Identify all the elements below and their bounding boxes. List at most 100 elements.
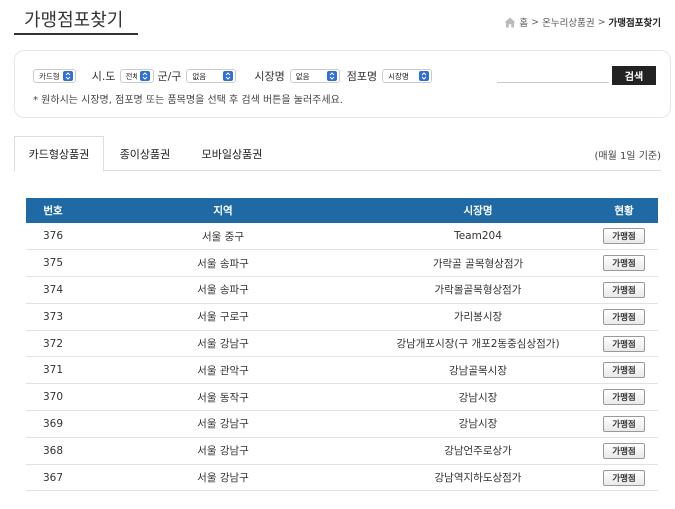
home-icon[interactable]: [504, 17, 516, 28]
status-button[interactable]: 가맹점: [603, 335, 645, 352]
row-region: 서울 강남구: [80, 437, 366, 465]
table-row: 368 서울 강남구 강남언주로상가 가맹점: [26, 437, 658, 465]
table-row: 370 서울 동작구 강남시장 가맹점: [26, 383, 658, 412]
header-region: 지역: [80, 198, 366, 223]
row-region: 서울 중구: [80, 223, 366, 251]
row-number: 373: [26, 303, 80, 331]
search-button[interactable]: 검색: [612, 66, 656, 85]
breadcrumb-home[interactable]: 홈: [519, 15, 528, 29]
row-market-name: 가락골 골목형상점가: [366, 249, 590, 278]
title-underline: [14, 33, 138, 35]
row-market-name: 강남골목시장: [366, 356, 590, 385]
table-row: 371 서울 관악구 강남골목시장 가맹점: [26, 356, 658, 385]
breadcrumb: 홈 > 온누리상품권 > 가맹점포찾기: [504, 15, 661, 29]
status-button[interactable]: 가맹점: [603, 308, 645, 325]
gungu-value: 없음: [192, 71, 207, 81]
row-market-name: 강남시장: [366, 410, 590, 438]
row-market-name: Team204: [366, 223, 590, 251]
row-number: 369: [26, 410, 80, 438]
chevron-updown-icon: [223, 71, 234, 81]
tab-paper-voucher[interactable]: 종이상품권: [110, 136, 180, 171]
gungu-label: 군/구: [157, 70, 182, 83]
breadcrumb-separator: >: [597, 16, 606, 28]
breadcrumb-parent[interactable]: 온누리상품권: [542, 15, 594, 29]
header-number: 번호: [26, 198, 80, 223]
row-market-name: 강남개포시장(구 개포2동중심상점가): [366, 330, 590, 358]
row-number: 371: [26, 356, 80, 385]
status-button[interactable]: 가맹점: [603, 415, 645, 432]
tab-card-voucher[interactable]: 카드형상품권: [14, 136, 104, 172]
status-button[interactable]: 가맹점: [603, 442, 645, 459]
table-body: 376 서울 중구 Team204 가맹점 375 서울 송파구 가락골 골목형상점가 가맹점…: [26, 223, 658, 492]
market-value: 없음: [295, 71, 310, 81]
row-market-name: 강남시장: [366, 383, 590, 412]
row-number: 372: [26, 330, 80, 358]
chevron-updown-icon: [62, 71, 73, 81]
header-market-name: 시장명: [366, 198, 590, 223]
status-button[interactable]: 가맹점: [603, 362, 645, 379]
card-type-select[interactable]: 카드형: [33, 69, 76, 83]
row-status: 가맹점: [590, 356, 658, 385]
row-status: 가맹점: [590, 223, 658, 251]
page-title: 가맹점포찾기: [24, 10, 124, 31]
header-status: 현황: [590, 198, 658, 223]
row-status: 가맹점: [590, 303, 658, 331]
table-row: 373 서울 구로구 가리봉시장 가맹점: [26, 303, 658, 331]
row-market-name: 강남역지하도상점가: [366, 464, 590, 492]
search-panel: 카드형 시.도 전체 군/구 없음 시장명 없음 점포명 시장명 검색 * 원하…: [14, 50, 671, 118]
market-label: 시장명: [254, 70, 285, 83]
gungu-select[interactable]: 없음: [186, 69, 237, 83]
row-number: 368: [26, 437, 80, 465]
row-region: 서울 동작구: [80, 383, 366, 412]
search-row: 카드형 시.도 전체 군/구 없음 시장명 없음 점포명 시장명: [33, 67, 433, 85]
row-status: 가맹점: [590, 249, 658, 278]
sido-value: 전체: [125, 71, 137, 81]
status-button[interactable]: 가맹점: [603, 255, 645, 272]
market-select[interactable]: 없음: [289, 69, 340, 83]
table-row: 367 서울 강남구 강남역지하도상점가 가맹점: [26, 464, 658, 492]
tab-bar: 카드형상품권 종이상품권 모바일상품권 (매월 1일 기준): [14, 136, 661, 172]
row-number: 374: [26, 276, 80, 304]
row-status: 가맹점: [590, 464, 658, 492]
row-number: 376: [26, 223, 80, 251]
row-status: 가맹점: [590, 437, 658, 465]
row-market-name: 가리봉시장: [366, 303, 590, 331]
row-region: 서울 강남구: [80, 330, 366, 358]
status-button[interactable]: 가맹점: [603, 389, 645, 406]
store-label: 점포명: [346, 70, 378, 83]
keyword-input[interactable]: [497, 66, 609, 83]
store-search-type-select[interactable]: 시장명: [382, 69, 433, 83]
status-button[interactable]: 가맹점: [603, 469, 645, 486]
row-region: 서울 강남구: [80, 410, 366, 438]
chevron-updown-icon: [140, 71, 151, 81]
row-status: 가맹점: [590, 410, 658, 438]
row-region: 서울 송파구: [80, 249, 366, 278]
card-type-value: 카드형: [39, 71, 60, 81]
row-status: 가맹점: [590, 276, 658, 304]
store-search-type-value: 시장명: [388, 71, 409, 81]
table-row: 369 서울 강남구 강남시장 가맹점: [26, 410, 658, 438]
tab-mobile-voucher[interactable]: 모바일상품권: [190, 136, 274, 171]
table-row: 375 서울 송파구 가락골 골목형상점가 가맹점: [26, 249, 658, 278]
status-button[interactable]: 가맹점: [603, 228, 645, 245]
row-market-name: 강남언주로상가: [366, 437, 590, 465]
sido-label: 시.도: [91, 70, 116, 83]
breadcrumb-current: 가맹점포찾기: [608, 18, 661, 29]
row-region: 서울 관악구: [80, 356, 366, 385]
row-number: 367: [26, 464, 80, 492]
row-region: 서울 강남구: [80, 464, 366, 492]
row-region: 서울 송파구: [80, 276, 366, 304]
row-status: 가맹점: [590, 330, 658, 358]
title-bar: 가맹점포찾기 홈 > 온누리상품권 > 가맹점포찾기: [14, 0, 661, 36]
table-row: 376 서울 중구 Team204 가맹점: [26, 223, 658, 251]
row-region: 서울 구로구: [80, 303, 366, 331]
row-number: 370: [26, 383, 80, 412]
search-hint: * 원하시는 시장명, 점포명 또는 품목명을 선택 후 검색 버튼을 눌러주세…: [33, 95, 343, 106]
status-button[interactable]: 가맹점: [603, 281, 645, 298]
sido-select[interactable]: 전체: [120, 69, 155, 83]
table-row: 372 서울 강남구 강남개포시장(구 개포2동중심상점가) 가맹점: [26, 330, 658, 358]
chevron-updown-icon: [419, 71, 430, 81]
table-row: 374 서울 송파구 가락몰골목형상점가 가맹점: [26, 276, 658, 304]
market-table: 번호 지역 시장명 현황 376 서울 중구 Team204 가맹점 375 서울 송파구…: [26, 198, 658, 492]
basis-note: (매월 1일 기준): [594, 151, 661, 162]
